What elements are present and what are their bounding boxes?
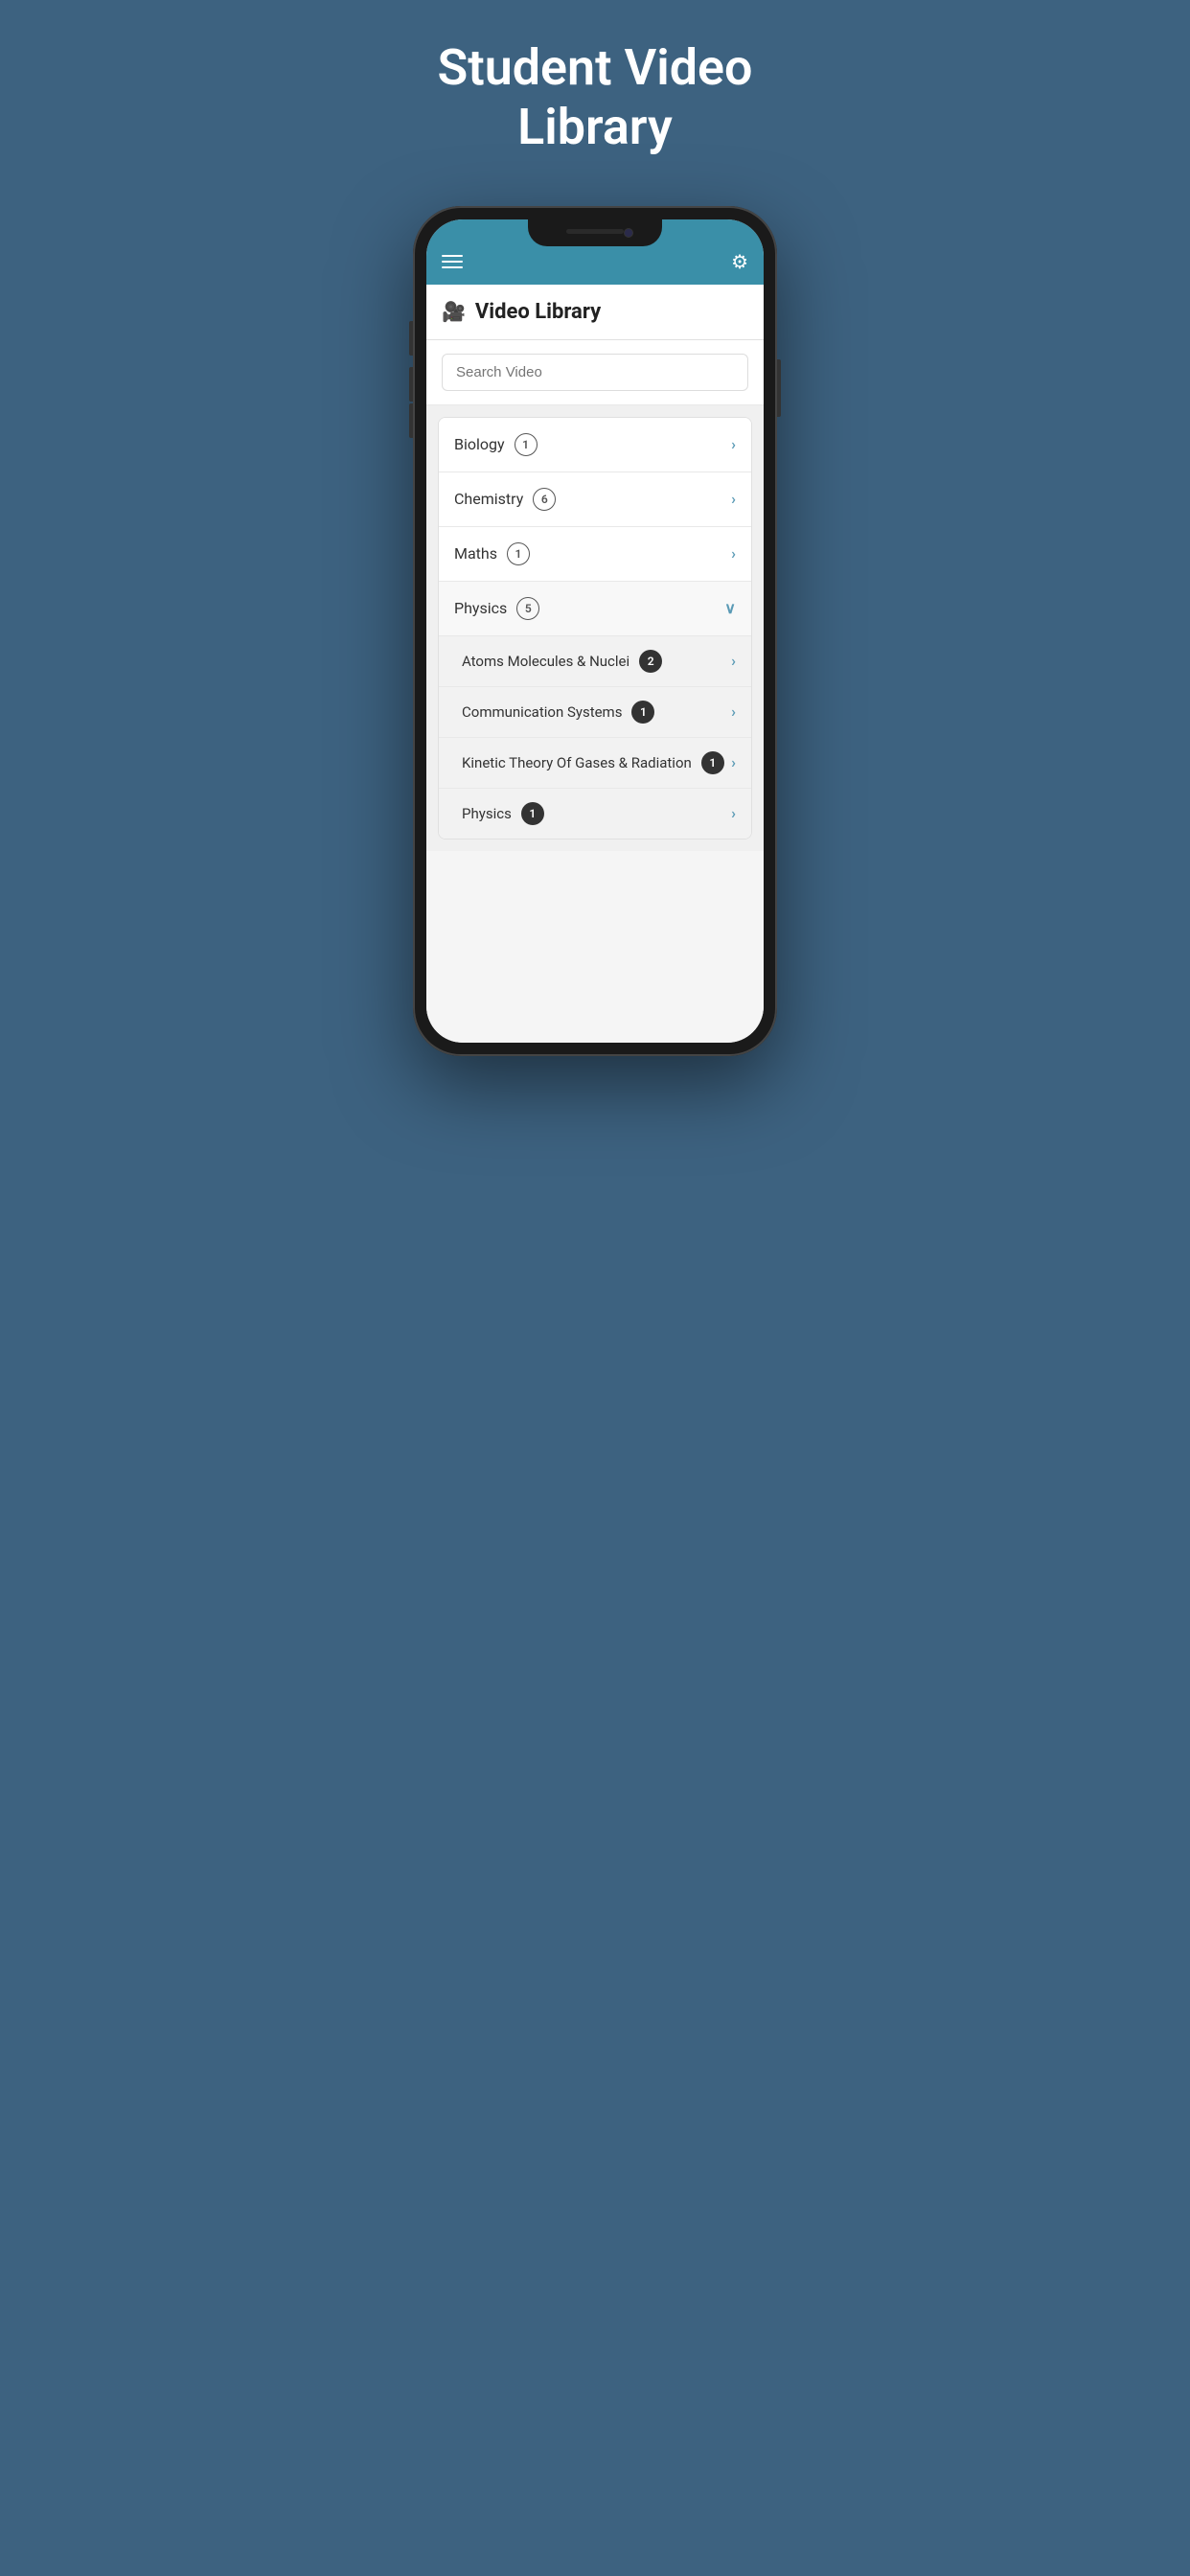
list-item-left: Chemistry 6: [454, 488, 556, 511]
subject-count-badge: 5: [516, 597, 539, 620]
subject-count-badge: 1: [507, 542, 530, 565]
subject-count-badge: 6: [533, 488, 556, 511]
sub-subject-count-badge: 1: [701, 751, 724, 774]
notch-camera: [624, 228, 633, 238]
sub-list-item[interactable]: Communication Systems 1 ›: [439, 687, 751, 738]
bottom-padding: [426, 851, 764, 1043]
list-item-left: Biology 1: [454, 433, 538, 456]
sub-list-item[interactable]: Physics 1 ›: [439, 789, 751, 839]
list-item-physics[interactable]: Physics 5 ∨: [439, 582, 751, 636]
sub-list-item[interactable]: Atoms Molecules & Nuclei 2 ›: [439, 636, 751, 687]
chevron-right-icon: ›: [731, 490, 736, 508]
subject-label: Physics: [454, 599, 507, 617]
sub-subject-label: Communication Systems: [462, 703, 622, 721]
subject-list: Biology 1 › Chemistry 6 › Maths 1 ›: [438, 417, 752, 840]
chevron-down-icon: ∨: [724, 599, 736, 617]
sub-subject-label: Kinetic Theory Of Gases & Radiation: [462, 754, 692, 771]
list-item[interactable]: Maths 1 ›: [439, 527, 751, 582]
sub-item-left: Kinetic Theory Of Gases & Radiation 1: [462, 751, 724, 774]
subject-label: Maths: [454, 544, 497, 563]
page-title: Video Library: [475, 300, 601, 324]
hamburger-menu-button[interactable]: [442, 255, 463, 268]
phone-frame: ⚙ 🎥 Video Library Biology 1 ›: [413, 206, 777, 1056]
notch-speaker: [566, 229, 624, 234]
subject-count-badge: 1: [515, 433, 538, 456]
phone-screen: ⚙ 🎥 Video Library Biology 1 ›: [426, 219, 764, 1043]
content-header: 🎥 Video Library: [426, 285, 764, 340]
list-item-left: Physics 5: [454, 597, 539, 620]
phone-notch: [528, 219, 662, 246]
subject-label: Biology: [454, 435, 505, 453]
sub-subject-label: Physics: [462, 805, 512, 822]
chevron-right-icon: ›: [731, 435, 736, 453]
list-item[interactable]: Chemistry 6 ›: [439, 472, 751, 527]
chevron-right-icon: ›: [731, 702, 736, 721]
sub-subject-count-badge: 2: [639, 650, 662, 673]
sub-list-item[interactable]: Kinetic Theory Of Gases & Radiation 1 ›: [439, 738, 751, 789]
video-camera-icon: 🎥: [442, 300, 466, 323]
settings-button[interactable]: ⚙: [731, 250, 748, 273]
sub-subject-label: Atoms Molecules & Nuclei: [462, 653, 629, 670]
list-item[interactable]: Biology 1 ›: [439, 418, 751, 472]
chevron-right-icon: ›: [731, 652, 736, 670]
sub-subject-count-badge: 1: [631, 701, 654, 724]
sub-item-left: Atoms Molecules & Nuclei 2: [462, 650, 662, 673]
sub-subject-count-badge: 1: [521, 802, 544, 825]
chevron-right-icon: ›: [731, 804, 736, 822]
search-input[interactable]: [442, 354, 748, 391]
page-background-title: Student Video Library: [438, 38, 753, 158]
chevron-right-icon: ›: [731, 544, 736, 563]
chevron-right-icon: ›: [731, 753, 736, 771]
list-item-left: Maths 1: [454, 542, 530, 565]
search-container: [426, 340, 764, 405]
sub-item-left: Communication Systems 1: [462, 701, 654, 724]
sub-item-left: Physics 1: [462, 802, 544, 825]
subject-label: Chemistry: [454, 490, 523, 508]
